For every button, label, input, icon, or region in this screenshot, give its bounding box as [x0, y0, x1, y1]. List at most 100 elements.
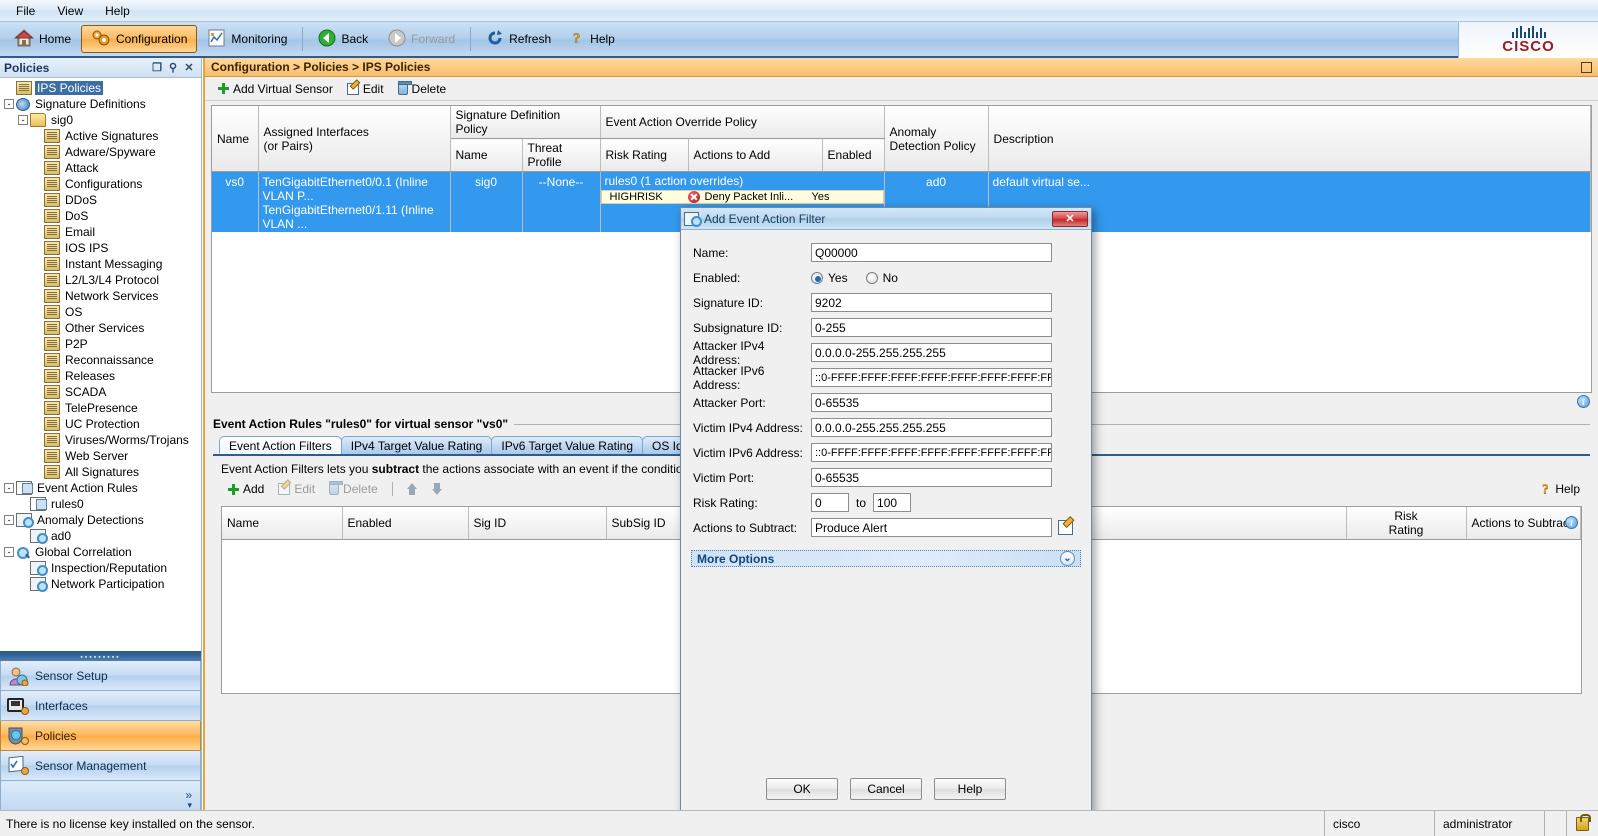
col-actions-to-add[interactable]: Actions to Add: [688, 138, 823, 172]
tree-item-ips-policies[interactable]: IPS Policies: [0, 80, 201, 96]
dialog-title-bar[interactable]: Add Event Action Filter ✕: [681, 208, 1091, 230]
col-description[interactable]: Description: [988, 106, 1591, 172]
eaf-col-risk-rating[interactable]: Risk Rating: [1346, 507, 1467, 540]
delete-filter-button[interactable]: Delete: [324, 481, 383, 497]
edit-actions-icon[interactable]: [1058, 520, 1073, 535]
tree-expander-icon[interactable]: -: [4, 547, 14, 557]
tree-item-p2p[interactable]: P2P: [0, 336, 201, 352]
col-threat-profile[interactable]: Threat Profile: [522, 138, 601, 172]
info-icon-top[interactable]: i: [1577, 395, 1590, 408]
tab-ipv6-target-value-rating[interactable]: IPv6 Target Value Rating: [491, 436, 643, 454]
nav-button-sensor-setup[interactable]: Sensor Setup: [0, 661, 201, 691]
add-filter-button[interactable]: Add: [223, 481, 269, 497]
eaf-col-name[interactable]: Name: [222, 507, 343, 540]
menu-item-help[interactable]: Help: [95, 2, 140, 20]
toolbar-back-button[interactable]: Back: [308, 25, 378, 53]
tree-item-ddos[interactable]: DDoS: [0, 192, 201, 208]
input-victim-port[interactable]: 0-65535: [811, 468, 1052, 487]
input-victim-ipv4[interactable]: 0.0.0.0-255.255.255.255: [811, 418, 1052, 437]
tree-item-releases[interactable]: Releases: [0, 368, 201, 384]
tree-expander-icon[interactable]: -: [4, 515, 14, 525]
nav-button-sensor-management[interactable]: Sensor Management: [0, 751, 201, 781]
tree-item-reconnaissance[interactable]: Reconnaissance: [0, 352, 201, 368]
tree-item-attack[interactable]: Attack: [0, 160, 201, 176]
help-link[interactable]: ? Help: [1539, 482, 1580, 496]
input-attacker-port[interactable]: 0-65535: [811, 393, 1052, 412]
edit-filter-button[interactable]: Edit: [273, 481, 320, 497]
tree-item-web-server[interactable]: Web Server: [0, 448, 201, 464]
toolbar-monitoring-button[interactable]: Monitoring: [197, 25, 297, 53]
menu-item-file[interactable]: File: [6, 2, 45, 20]
col-anomaly-detection-policy[interactable]: Anomaly Detection Policy: [884, 106, 989, 172]
input-attacker-ipv4[interactable]: 0.0.0.0-255.255.255.255: [811, 343, 1052, 362]
input-signature-id[interactable]: 9202: [811, 293, 1052, 312]
ok-button[interactable]: OK: [766, 778, 838, 800]
tree-expander-icon[interactable]: -: [18, 115, 28, 125]
toolbar-home-button[interactable]: Home: [4, 25, 81, 53]
delete-virtual-sensor-button[interactable]: Delete: [393, 80, 452, 97]
tree-item-rules0[interactable]: rules0: [0, 496, 201, 512]
tab-ipv4-target-value-rating[interactable]: IPv4 Target Value Rating: [340, 436, 493, 454]
toolbar-help-button[interactable]: ? Help: [561, 25, 625, 53]
cancel-button[interactable]: Cancel: [850, 778, 922, 800]
close-icon[interactable]: ✕: [181, 61, 197, 75]
chevron-down-icon[interactable]: ⌄: [1060, 551, 1075, 566]
input-attacker-ipv6[interactable]: ::0-FFFF:FFFF:FFFF:FFFF:FFFF:FFFF:FFFF:F…: [811, 368, 1052, 387]
radio-enabled-yes[interactable]: Yes: [811, 271, 848, 285]
tree-item-ad0[interactable]: ad0: [0, 528, 201, 544]
nav-grip-handle[interactable]: ▪▪▪▪▪▪▪▪▪: [0, 653, 201, 661]
tree-item-dos[interactable]: DoS: [0, 208, 201, 224]
tree-item-os[interactable]: OS: [0, 304, 201, 320]
tree-item-anomaly-detections[interactable]: - Anomaly Detections: [0, 512, 201, 528]
radio-enabled-no[interactable]: No: [865, 271, 898, 285]
col-name[interactable]: Name: [212, 106, 259, 172]
tree-expander-icon[interactable]: -: [4, 483, 14, 493]
tree-item-telepresence[interactable]: TelePresence: [0, 400, 201, 416]
input-subsignature-id[interactable]: 0-255: [811, 318, 1052, 337]
tree-item-l2-l3-l4-protocol[interactable]: L2/L3/L4 Protocol: [0, 272, 201, 288]
tree-item-configurations[interactable]: Configurations: [0, 176, 201, 192]
maximize-icon[interactable]: [1581, 61, 1592, 73]
tree-item-event-action-rules[interactable]: - Event Action Rules: [0, 480, 201, 496]
col-enabled[interactable]: Enabled: [822, 138, 885, 172]
restore-icon[interactable]: ❐: [149, 61, 165, 75]
eaf-col-actions-to-subtract[interactable]: Actions to Subtract: [1466, 507, 1581, 540]
eaf-col-enabled[interactable]: Enabled: [342, 507, 469, 540]
tab-event-action-filters[interactable]: Event Action Filters: [219, 436, 342, 454]
tree-item-uc-protection[interactable]: UC Protection: [0, 416, 201, 432]
tree-item-inspection-reputation[interactable]: Inspection/Reputation: [0, 560, 201, 576]
tree-expander-icon[interactable]: -: [4, 99, 14, 109]
col-group-event-action-override-policy[interactable]: Event Action Override Policy: [600, 106, 885, 139]
tree-item-global-correlation[interactable]: - Global Correlation: [0, 544, 201, 560]
menu-item-view[interactable]: View: [47, 2, 93, 20]
pin-icon[interactable]: ⚲: [165, 61, 181, 75]
nav-button-interfaces[interactable]: Interfaces: [0, 691, 201, 721]
tree-item-instant-messaging[interactable]: Instant Messaging: [0, 256, 201, 272]
col-risk-rating[interactable]: Risk Rating: [600, 138, 689, 172]
more-options-bar[interactable]: More Options ⌄: [691, 550, 1081, 567]
tree-item-ios-ips[interactable]: IOS IPS: [0, 240, 201, 256]
info-icon-panel[interactable]: i: [1565, 516, 1578, 529]
tree-item-scada[interactable]: SCADA: [0, 384, 201, 400]
help-button[interactable]: Help: [934, 778, 1006, 800]
tree-item-adware-spyware[interactable]: Adware/Spyware: [0, 144, 201, 160]
input-victim-ipv6[interactable]: ::0-FFFF:FFFF:FFFF:FFFF:FFFF:FFFF:FFFF:F…: [811, 443, 1052, 462]
tree-item-signature-definitions[interactable]: - Signature Definitions: [0, 96, 201, 112]
move-up-button[interactable]: [402, 482, 423, 496]
toolbar-forward-button[interactable]: Forward: [378, 25, 465, 53]
toolbar-refresh-button[interactable]: Refresh: [476, 25, 561, 53]
eaf-col-sig-id[interactable]: Sig ID: [468, 507, 607, 540]
tree-item-network-participation[interactable]: Network Participation: [0, 576, 201, 592]
tree-item-other-services[interactable]: Other Services: [0, 320, 201, 336]
move-down-button[interactable]: [427, 482, 448, 496]
tree-item-sig0[interactable]: - sig0: [0, 112, 201, 128]
tree-item-active-signatures[interactable]: Active Signatures: [0, 128, 201, 144]
input-actions-to-subtract[interactable]: Produce Alert: [811, 518, 1052, 537]
col-sigdef-name[interactable]: Name: [450, 138, 523, 172]
input-risk-rating-from[interactable]: 0: [811, 493, 849, 512]
add-virtual-sensor-button[interactable]: Add Virtual Sensor: [213, 81, 338, 97]
status-lock[interactable]: [1566, 811, 1598, 836]
col-group-signature-definition-policy[interactable]: Signature Definition Policy: [450, 106, 601, 139]
tree-item-viruses-worms-trojans[interactable]: Viruses/Worms/Trojans: [0, 432, 201, 448]
edit-virtual-sensor-button[interactable]: Edit: [342, 81, 389, 97]
